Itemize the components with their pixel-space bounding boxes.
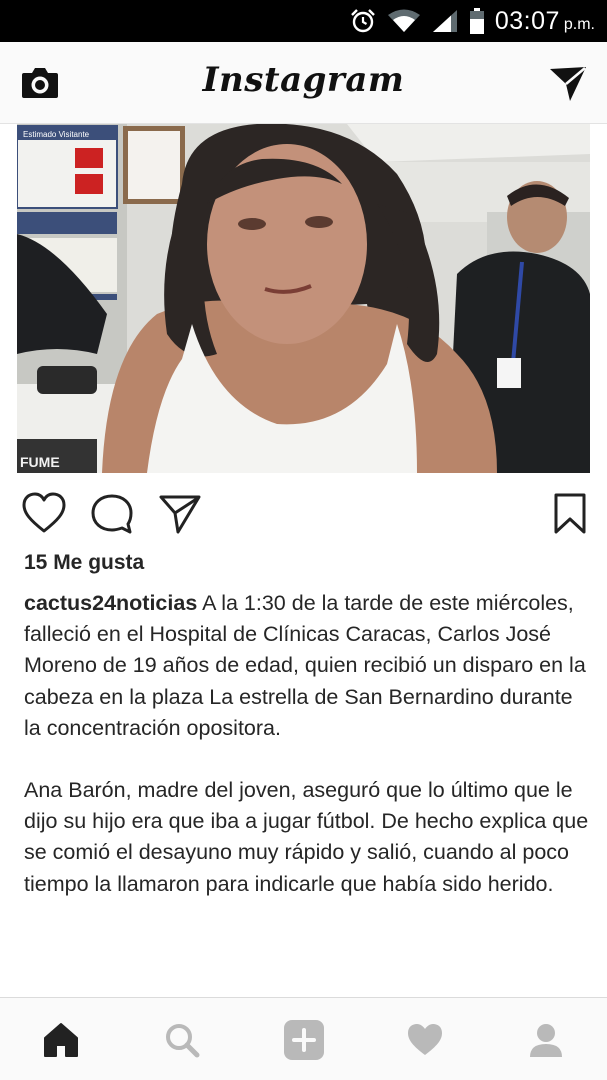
status-time: 03:07 p.m. — [495, 7, 595, 36]
post-photo-illustration: Estimado Visitante FUME — [17, 124, 590, 473]
caption-paragraph-1: cactus24noticias A la 1:30 de la tarde d… — [24, 588, 589, 744]
status-icons: 03:07 p.m. — [349, 0, 595, 42]
nav-activity[interactable] — [403, 1018, 447, 1062]
fume-sign: FUME — [20, 454, 60, 470]
profile-icon — [530, 1024, 562, 1057]
bookmark-icon[interactable] — [548, 492, 592, 536]
nav-home[interactable] — [39, 1018, 83, 1062]
instagram-logo: Instagram — [202, 60, 405, 100]
post-actions — [0, 484, 607, 542]
status-bar: 03:07 p.m. — [0, 0, 607, 42]
sign-title: Estimado Visitante — [23, 130, 90, 139]
battery-icon — [469, 8, 484, 34]
bottom-nav — [0, 997, 607, 1080]
heart-icon[interactable] — [22, 492, 66, 536]
alarm-icon — [350, 9, 375, 33]
share-icon[interactable] — [158, 492, 202, 536]
likes-count[interactable]: 15 Me gusta — [24, 551, 144, 575]
clock-time: 03:07 — [494, 6, 560, 35]
post-photo[interactable]: Estimado Visitante FUME — [17, 124, 590, 473]
wifi-icon — [387, 9, 420, 32]
signal-icon — [432, 10, 457, 32]
direct-message-icon[interactable] — [547, 62, 589, 104]
search-icon — [166, 1024, 200, 1058]
nav-search[interactable] — [160, 1018, 204, 1062]
clock-ampm: p.m. — [563, 15, 595, 33]
post-username[interactable]: cactus24noticias — [24, 591, 197, 615]
caption-paragraph-2: Ana Barón, madre del joven, aseguró que … — [24, 778, 589, 896]
post-caption: cactus24noticias A la 1:30 de la tarde d… — [24, 588, 589, 931]
nav-profile[interactable] — [524, 1018, 568, 1062]
comment-icon[interactable] — [90, 492, 134, 536]
app-header: Instagram — [0, 42, 607, 124]
nav-add-post[interactable] — [282, 1018, 326, 1062]
add-post-icon — [284, 1020, 324, 1060]
home-icon — [44, 1023, 78, 1057]
activity-heart-icon — [408, 1024, 442, 1055]
